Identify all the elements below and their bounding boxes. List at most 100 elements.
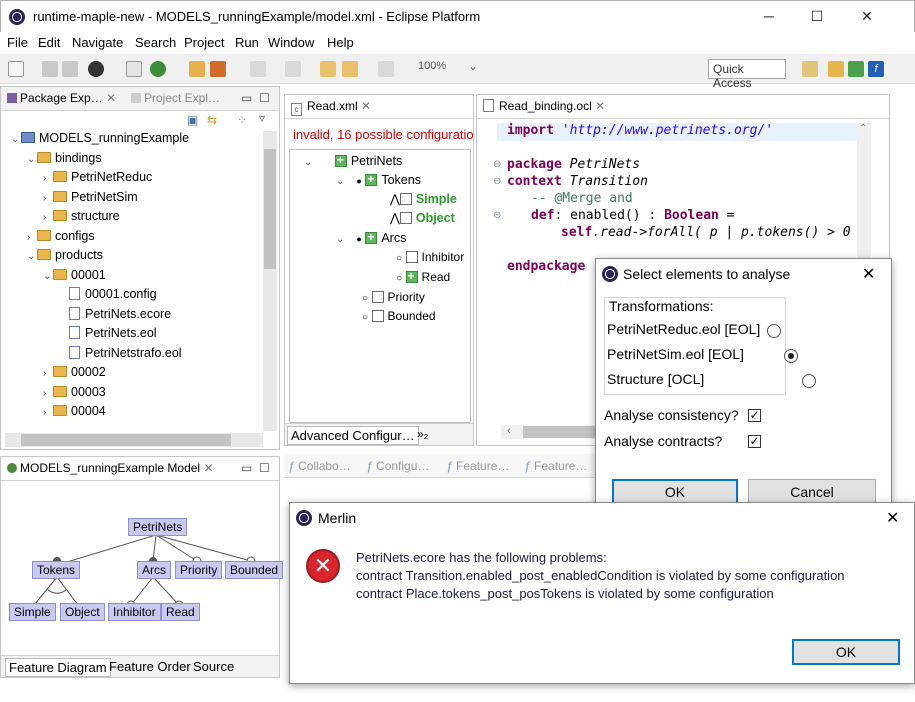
fold-marker-icon[interactable]: ⊖ (493, 210, 501, 221)
tab-feature-diagram[interactable]: Feature Diagram (5, 658, 111, 677)
quick-access-input[interactable]: Quick Access (708, 59, 786, 90)
horizontal-scrollbar[interactable] (5, 433, 263, 447)
save-all-icon[interactable] (62, 61, 78, 77)
minimize-view-icon[interactable]: ▭ (241, 461, 252, 475)
close-tab-icon[interactable]: ✕ (595, 99, 605, 113)
menu-search[interactable]: Search (135, 35, 176, 50)
tree-item[interactable]: › structure (43, 209, 120, 223)
debug-perspective-icon[interactable] (848, 61, 864, 77)
checkbox[interactable] (371, 291, 384, 303)
config-item-priority[interactable]: ○ Priority (362, 290, 425, 304)
tree-item[interactable]: › 00004 (43, 404, 106, 418)
scroll-up-icon[interactable]: ⌃ (859, 123, 867, 134)
feature-node-petrinets[interactable]: PetriNets (128, 518, 188, 536)
feature-node-simple[interactable]: Simple (9, 603, 56, 621)
view-menu-icon[interactable]: ▿ (259, 111, 265, 125)
chevron-down-icon[interactable]: ⌄ (27, 154, 37, 165)
tab-advanced-configuration[interactable]: Advanced Configur… (287, 426, 419, 445)
chevron-down-icon[interactable]: ⌄ (43, 271, 53, 282)
run-icon[interactable] (150, 61, 166, 77)
config-item-read[interactable]: ○ Read (396, 269, 450, 284)
chevron-right-icon[interactable]: › (43, 173, 53, 184)
chevron-right-icon[interactable]: › (43, 407, 53, 418)
chevron-right-icon[interactable]: › (43, 368, 53, 379)
chevron-down-icon[interactable]: ⌄ (11, 134, 21, 145)
maximize-view-icon[interactable]: ☐ (259, 91, 270, 105)
checkbox[interactable] (399, 212, 412, 224)
collapse-all-icon[interactable]: ▣ (187, 113, 198, 127)
tree-item[interactable]: › 00002 (43, 365, 106, 379)
menu-run[interactable]: Run (235, 35, 259, 50)
view-options-icon[interactable]: ⁘ (237, 113, 247, 127)
menu-help[interactable]: Help (327, 35, 354, 50)
chevron-right-icon[interactable]: › (27, 232, 37, 243)
scrollbar-thumb[interactable] (264, 149, 276, 269)
hscrollbar-thumb[interactable] (21, 434, 231, 446)
close-dialog-button[interactable]: ✕ (862, 264, 875, 284)
chevron-down-icon[interactable]: ⌄ (336, 176, 346, 187)
zoom-combo[interactable]: 100% (418, 60, 446, 72)
tree-item[interactable]: 00001.config (59, 287, 157, 301)
editor-hscroll-thumb[interactable] (523, 426, 603, 438)
zoom-chevron-icon[interactable]: ⌄ (468, 59, 478, 73)
maximize-view-icon[interactable]: ☐ (259, 461, 270, 475)
tab-collaboration[interactable]: ƒ Collabo… (288, 459, 351, 473)
tab-read-xml[interactable]: c Read.xml ✕ (291, 99, 371, 116)
vertical-scrollbar[interactable] (263, 131, 277, 431)
close-tab-icon[interactable]: ✕ (106, 91, 116, 105)
checkbox[interactable] (399, 193, 412, 205)
feature-node-object[interactable]: Object (60, 603, 105, 621)
code-line-6[interactable]: self.read->forAll( p | p.tokens() > 0 ) (561, 225, 866, 240)
chevron-down-icon[interactable]: ⌄ (27, 251, 37, 262)
fold-marker-icon[interactable]: ⊖ (493, 176, 501, 187)
close-tab-icon[interactable]: ✕ (203, 461, 213, 475)
menu-project[interactable]: Project (184, 35, 224, 50)
feature-node-tokens[interactable]: Tokens (32, 561, 81, 579)
tree-item[interactable]: ⌄ MODELS_runningExample (11, 131, 189, 145)
feature-node-bounded[interactable]: Bounded (225, 561, 284, 579)
tab-read-binding-ocl[interactable]: Read_binding.ocl ✕ (483, 99, 605, 113)
config-item-simple[interactable]: ⋀ Simple (390, 192, 457, 206)
feature-node-inhibitor[interactable]: Inhibitor (108, 603, 161, 621)
minimize-view-icon[interactable]: ▭ (241, 91, 252, 105)
tab-feature-1[interactable]: ƒ Feature… (446, 459, 509, 473)
close-tab-icon[interactable]: ✕ (361, 99, 371, 113)
code-line-4[interactable]: -- @Merge and (531, 191, 633, 206)
tab-project-explorer[interactable]: Project Expl… (131, 91, 220, 105)
code-line-1[interactable]: import 'http://www.petrinets.org/' (507, 123, 773, 138)
chevron-down-icon[interactable]: ⌄ (304, 157, 314, 168)
last-edit-icon[interactable] (320, 61, 336, 77)
checkbox-selected[interactable] (365, 230, 378, 244)
close-dialog-button[interactable]: ✕ (886, 508, 899, 528)
config-item-arcs[interactable]: ⌄ ● Arcs (336, 230, 406, 245)
terminal-icon[interactable] (126, 61, 142, 77)
save-icon[interactable] (42, 61, 58, 77)
checkbox-selected[interactable] (405, 269, 418, 283)
next-annotation-icon[interactable] (250, 61, 266, 77)
back-icon[interactable] (342, 61, 358, 77)
feature-node-read[interactable]: Read (161, 603, 200, 621)
tab-feature-2[interactable]: ƒ Feature… (524, 459, 587, 473)
chevron-right-icon[interactable]: › (43, 388, 53, 399)
config-item-inhibitor[interactable]: ○ Inhibitor (396, 250, 464, 264)
analyse-consistency-checkbox[interactable]: ✓ (748, 409, 761, 422)
radio-petrinetsim[interactable] (784, 349, 799, 363)
config-item-bounded[interactable]: ○ Bounded (362, 309, 436, 323)
chevron-right-icon[interactable]: › (43, 193, 53, 204)
tree-item[interactable]: › PetriNetReduc (43, 170, 152, 184)
close-window-button[interactable]: ✕ (857, 7, 877, 25)
code-line-7[interactable]: endpackage (507, 259, 585, 274)
forward-icon[interactable] (378, 61, 394, 77)
checkbox[interactable] (371, 310, 384, 322)
tree-item[interactable]: › PetriNetSim (43, 190, 138, 204)
java-perspective-icon[interactable] (828, 61, 844, 77)
tree-item[interactable]: › configs (27, 229, 95, 243)
code-line-5[interactable]: def: enabled() : Boolean = (531, 208, 735, 223)
radio-structure[interactable] (801, 374, 816, 388)
new-icon[interactable] (8, 61, 24, 77)
feature-node-priority[interactable]: Priority (175, 561, 223, 579)
config-item-petrinets[interactable]: ⌄ PetriNets (304, 153, 402, 168)
tree-item[interactable]: PetriNetstrafo.eol (59, 345, 182, 360)
chevron-right-icon[interactable]: › (43, 212, 53, 223)
config-item-tokens[interactable]: ⌄ ● Tokens (336, 172, 421, 187)
